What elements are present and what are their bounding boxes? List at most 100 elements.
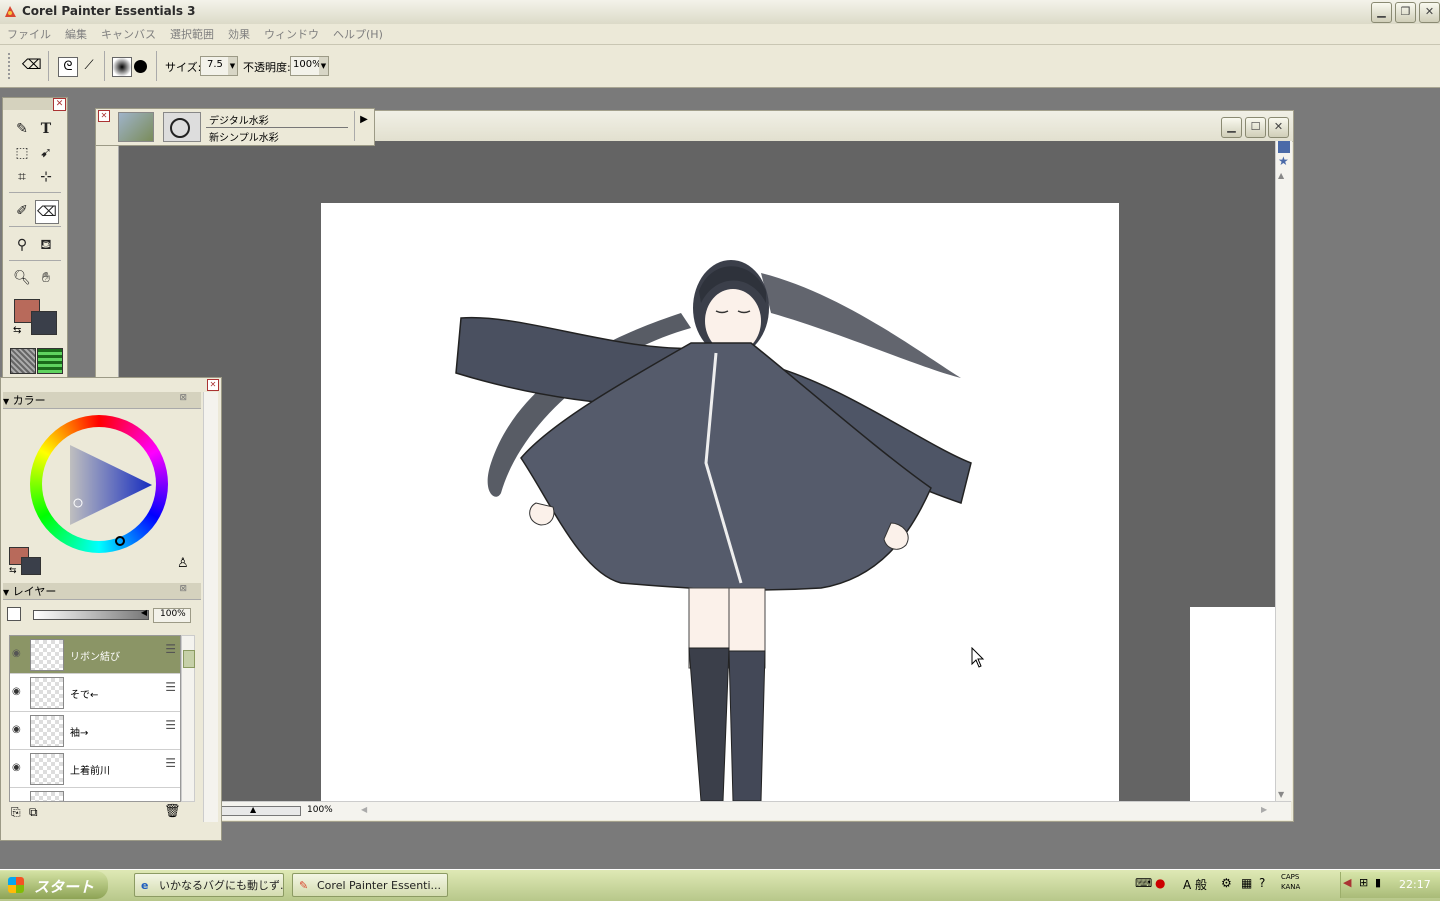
brush-selector-close-icon[interactable]: ✕: [98, 110, 110, 122]
layer-stack-icon[interactable]: ☰: [165, 756, 176, 770]
restore-button[interactable]: ❐: [1395, 2, 1416, 23]
ime-mode[interactable]: A 般: [1183, 876, 1207, 893]
layer-item-selected[interactable]: ◉ リボン結び ☰: [10, 636, 180, 674]
palette-scrollbar[interactable]: [203, 392, 218, 822]
eye-icon[interactable]: ◉: [12, 648, 21, 659]
doc-close-button[interactable]: ✕: [1268, 117, 1289, 138]
delete-layer-icon[interactable]: 🗑︎: [164, 804, 181, 819]
layer-opacity-field[interactable]: 100%: [153, 608, 191, 623]
composite-method-icon[interactable]: [7, 607, 21, 621]
additional-color-swatch[interactable]: [31, 311, 57, 335]
menu-help[interactable]: ヘルプ(H): [326, 24, 390, 42]
brush-variant-label[interactable]: 新シンプル水彩: [209, 129, 279, 144]
layer-item[interactable]: ◉ 袖→ ☰: [10, 712, 180, 750]
layer-stack-icon[interactable]: ☰: [165, 642, 176, 656]
layer-scroll-thumb[interactable]: [183, 650, 195, 668]
eye-icon[interactable]: ◉: [12, 686, 21, 697]
color-panel-header[interactable]: ▼ カラー ⊠: [3, 392, 201, 409]
clock[interactable]: 22:17: [1399, 878, 1431, 891]
menu-canvas[interactable]: キャンバス: [94, 24, 163, 42]
doc-minimize-button[interactable]: ▁: [1221, 117, 1242, 138]
menu-file[interactable]: ファイル: [0, 24, 58, 42]
layer-adjuster-icon[interactable]: [1278, 141, 1290, 153]
hard-dab-icon-dot[interactable]: [134, 60, 147, 73]
freehand-stroke-icon[interactable]: ᘓ: [58, 57, 78, 77]
keyboard-icon[interactable]: ⌨: [1135, 876, 1152, 890]
ime-icon[interactable]: ●: [1155, 876, 1165, 890]
crop-tool-icon[interactable]: ⌗: [11, 166, 33, 188]
taskbar-task-painter[interactable]: ✎ Corel Painter Essenti...: [292, 873, 448, 897]
opacity-dropdown-icon[interactable]: ▼: [319, 57, 328, 75]
horizontal-scrollbar[interactable]: ▲ 100% ◀ ▶: [96, 801, 1291, 820]
layer-item-partial[interactable]: ◉: [10, 788, 180, 801]
taskbar-task-browser[interactable]: e いかなるバグにも動じず...: [134, 873, 284, 897]
collapse-arrow-icon[interactable]: ▼: [3, 397, 9, 406]
palette-close-icon[interactable]: ✕: [207, 379, 219, 391]
additional-color-swatch[interactable]: [21, 557, 41, 575]
swap-colors-icon[interactable]: ⇆: [9, 566, 17, 576]
text-tool-icon[interactable]: T: [35, 118, 57, 140]
scroll-left-icon[interactable]: ◀: [361, 805, 367, 814]
soft-dab-icon[interactable]: [112, 57, 132, 77]
brush-variant-icon[interactable]: [163, 112, 201, 142]
dropper-tool-icon[interactable]: ⚲: [11, 234, 33, 256]
toolbox-close-icon[interactable]: ✕: [53, 98, 66, 111]
layer-opacity-slider[interactable]: ◀: [33, 608, 149, 620]
rect-select-tool-icon[interactable]: ⬚: [11, 142, 33, 164]
eye-icon[interactable]: ◉: [12, 762, 21, 773]
layer-stack-icon[interactable]: ☰: [165, 718, 176, 732]
size-field[interactable]: 7.5 ▼: [200, 56, 238, 76]
doc-maximize-button[interactable]: ☐: [1245, 117, 1266, 138]
layer-options-icon[interactable]: ⎘: [11, 805, 21, 820]
eraser-tool-icon[interactable]: ⌫: [35, 200, 59, 224]
vertical-scrollbar[interactable]: ★ ▲ ▼: [1275, 141, 1292, 801]
scroll-up-icon[interactable]: ▲: [1278, 171, 1284, 180]
language-bar[interactable]: ⌨ ● A 般 ⚙ ▦ ? CAPS KANA: [1125, 873, 1335, 896]
pad-icon[interactable]: ▦: [1241, 876, 1252, 890]
opacity-slider-thumb[interactable]: ◀: [141, 608, 147, 617]
blender-tool-icon[interactable]: ✐: [11, 200, 33, 222]
size-dropdown-icon[interactable]: ▼: [228, 57, 237, 75]
menu-window[interactable]: ウィンドウ: [257, 24, 326, 42]
toolbar-grip[interactable]: [8, 53, 14, 79]
help-icon[interactable]: ?: [1259, 876, 1265, 890]
gradient-pattern-icon[interactable]: [37, 348, 63, 374]
eraser-tool-icon[interactable]: ⌫: [22, 57, 42, 75]
start-button[interactable]: スタート: [0, 871, 108, 899]
paint-bucket-tool-icon[interactable]: ⛾: [35, 234, 57, 256]
eye-icon[interactable]: ◉: [12, 800, 21, 801]
layer-item[interactable]: ◉ 上着前川 ☰: [10, 750, 180, 788]
brush-menu-arrow-icon[interactable]: ▶: [354, 111, 373, 141]
network-icon[interactable]: ⊞: [1359, 876, 1368, 889]
straight-line-icon[interactable]: ⟋: [80, 57, 98, 75]
favorite-icon[interactable]: ★: [1278, 155, 1290, 167]
clone-color-icon[interactable]: ♙: [177, 556, 189, 571]
menu-effects[interactable]: 効果: [221, 24, 257, 42]
eye-icon[interactable]: ◉: [12, 724, 21, 735]
scroll-right-icon[interactable]: ▶: [1261, 805, 1267, 814]
scroll-down-icon[interactable]: ▼: [1278, 790, 1284, 799]
layers-panel-close-icon[interactable]: ⊠: [179, 584, 187, 594]
color-panel-close-icon[interactable]: ⊠: [179, 393, 187, 403]
paper-texture-icon[interactable]: [10, 348, 36, 374]
layer-scrollbar[interactable]: [181, 635, 195, 802]
layer-item[interactable]: ◉ そで← ☰: [10, 674, 180, 712]
signal-icon[interactable]: ▮: [1375, 876, 1381, 889]
brush-tool-icon[interactable]: ✎: [11, 118, 33, 140]
dictionary-icon[interactable]: ⚙: [1221, 876, 1232, 890]
color-wheel[interactable]: [30, 415, 168, 553]
tray-expand-icon[interactable]: ◀: [1343, 876, 1351, 889]
transform-tool-icon[interactable]: ⊹: [35, 166, 57, 188]
magnifier-tool-icon[interactable]: 🔍︎: [11, 267, 33, 289]
grabber-tool-icon[interactable]: ✋︎: [35, 267, 57, 289]
move-tool-icon[interactable]: ➹: [35, 142, 57, 164]
menu-select[interactable]: 選択範囲: [163, 24, 221, 42]
minimize-button[interactable]: ▁: [1371, 2, 1392, 23]
menu-edit[interactable]: 編集: [58, 24, 94, 42]
zoom-slider[interactable]: ▲: [221, 805, 301, 816]
brush-category-label[interactable]: デジタル水彩: [209, 112, 269, 127]
layer-stack-icon[interactable]: ☰: [165, 680, 176, 694]
brush-category-icon[interactable]: [118, 112, 154, 142]
canvas-area[interactable]: [119, 141, 1275, 801]
drawing-canvas[interactable]: [321, 203, 1119, 801]
